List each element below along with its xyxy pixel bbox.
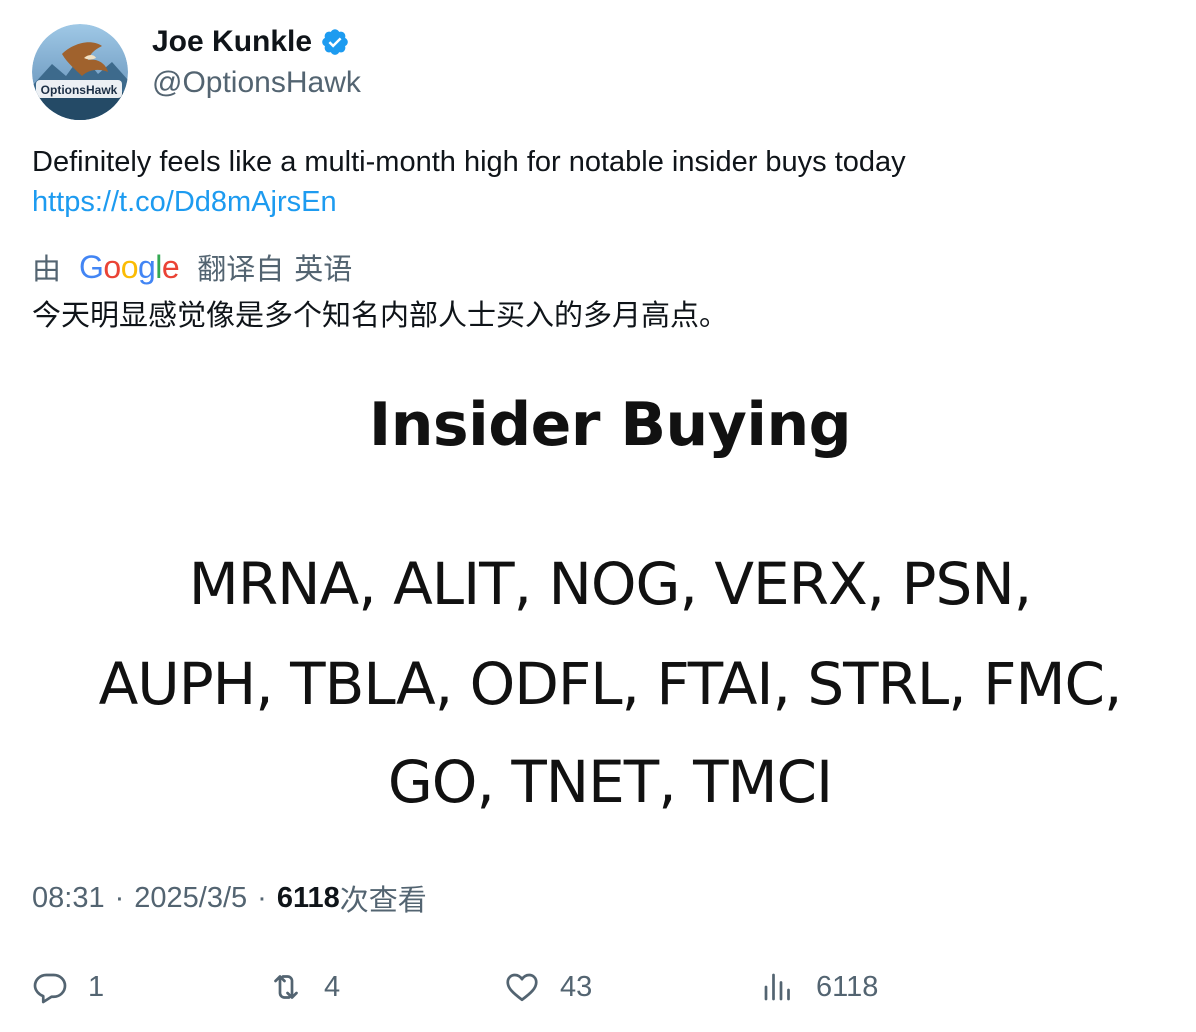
source-language: 英语	[294, 254, 353, 286]
tweet-time[interactable]: 08:31	[32, 882, 105, 915]
views-label: 次查看	[339, 885, 427, 917]
meta-separator: ·	[257, 881, 267, 914]
image-ticker-line-1: MRNA, ALIT, NOG, VERX, PSN,	[188, 550, 1032, 618]
tweet-media-image[interactable]: Insider Buying MRNA, ALIT, NOG, VERX, PS…	[32, 360, 1162, 840]
tweet-date[interactable]: 2025/3/5	[134, 882, 247, 915]
tweet-link[interactable]: https://t.co/Dd8mAjrsEn	[32, 182, 1162, 222]
translated-text: 今天明显感觉像是多个知名内部人士买入的多月高点。	[32, 300, 729, 332]
tweet-meta: 08:31 · 2025/3/5 · 6118 次查看	[32, 878, 427, 918]
translated-by-label: 由	[32, 254, 62, 286]
analytics-icon	[764, 973, 790, 1001]
tweet-body: Definitely feels like a multi-month high…	[32, 146, 906, 178]
name-row: Joe Kunkle	[152, 24, 350, 60]
image-ticker-line-2: AUPH, TBLA, ODFL, FTAI, STRL, FMC,	[98, 650, 1123, 718]
translated-from-label: 翻译自	[197, 254, 285, 286]
retweet-count: 4	[324, 970, 341, 1003]
heart-icon	[506, 973, 538, 1002]
avatar-logo-text: OptionsHawk	[41, 83, 118, 97]
views-count: 6118	[276, 881, 340, 914]
image-ticker-line-3: GO, TNET, TMCI	[387, 748, 833, 816]
retweet-button[interactable]: 4	[268, 962, 340, 1012]
translation-attribution[interactable]: 由 Google 翻译自 英语	[32, 247, 352, 287]
reply-icon	[33, 973, 67, 1004]
views-action-count: 6118	[816, 970, 879, 1003]
action-bar: 1 4 43 6118	[32, 962, 1162, 1012]
reply-count: 1	[88, 970, 105, 1003]
reply-button[interactable]: 1	[32, 962, 104, 1012]
views-button[interactable]: 6118	[760, 962, 878, 1012]
tweet-header: OptionsHawk Joe Kunkle @OptionsHawk	[32, 24, 1162, 120]
google-logo: Google	[79, 248, 180, 285]
like-button[interactable]: 43	[504, 962, 592, 1012]
user-handle[interactable]: @OptionsHawk	[152, 66, 361, 100]
retweet-icon	[274, 975, 298, 999]
tweet-text: Definitely feels like a multi-month high…	[32, 142, 1162, 222]
verified-badge-icon	[320, 27, 350, 57]
like-count: 43	[560, 970, 593, 1003]
display-name[interactable]: Joe Kunkle	[152, 25, 312, 59]
image-title: Insider Buying	[368, 390, 852, 460]
avatar[interactable]: OptionsHawk	[32, 24, 128, 120]
meta-separator: ·	[114, 881, 125, 914]
